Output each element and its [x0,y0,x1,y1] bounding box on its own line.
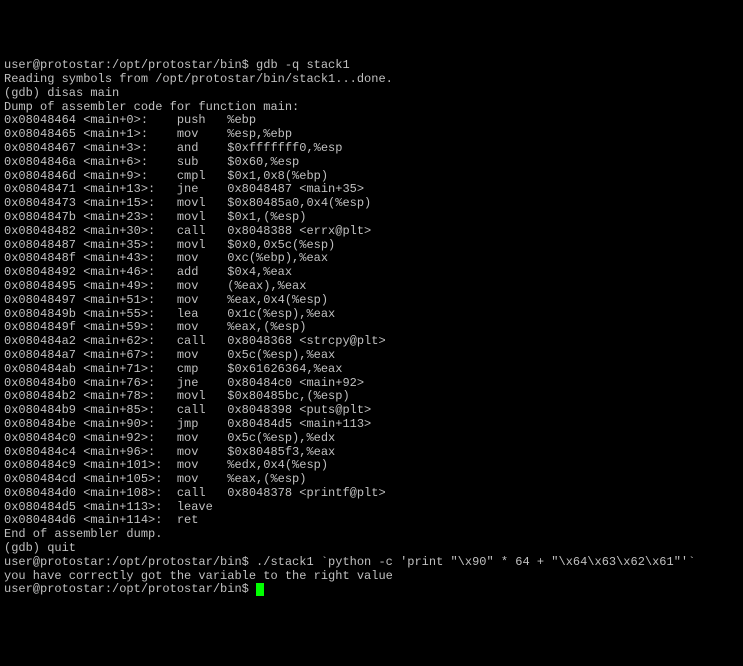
terminal-line: End of assembler dump. [4,528,739,542]
terminal-line: 0x08048482 <main+30>: call 0x8048388 <er… [4,225,739,239]
terminal-line: 0x080484b0 <main+76>: jne 0x80484c0 <mai… [4,377,739,391]
terminal-line: you have correctly got the variable to t… [4,570,739,584]
terminal-line: Dump of assembler code for function main… [4,101,739,115]
terminal-line: (gdb) quit [4,542,739,556]
terminal-line: 0x080484a2 <main+62>: call 0x8048368 <st… [4,335,739,349]
terminal-line: 0x080484d0 <main+108>: call 0x8048378 <p… [4,487,739,501]
terminal-line: 0x080484c9 <main+101>: mov %edx,0x4(%esp… [4,459,739,473]
terminal-line: 0x0804846a <main+6>: sub $0x60,%esp [4,156,739,170]
terminal-line: 0x08048471 <main+13>: jne 0x8048487 <mai… [4,183,739,197]
terminal-line: Reading symbols from /opt/protostar/bin/… [4,73,739,87]
terminal-line: 0x08048464 <main+0>: push %ebp [4,114,739,128]
terminal-line: 0x080484d6 <main+114>: ret [4,514,739,528]
terminal-line: 0x080484be <main+90>: jmp 0x80484d5 <mai… [4,418,739,432]
terminal-line: 0x0804846d <main+9>: cmpl $0x1,0x8(%ebp) [4,170,739,184]
terminal-line: 0x08048465 <main+1>: mov %esp,%ebp [4,128,739,142]
terminal-line: 0x080484ab <main+71>: cmp $0x61626364,%e… [4,363,739,377]
terminal-line: 0x080484d5 <main+113>: leave [4,501,739,515]
terminal-line: user@protostar:/opt/protostar/bin$ gdb -… [4,59,739,73]
terminal-line: 0x0804849f <main+59>: mov %eax,(%esp) [4,321,739,335]
terminal-line: 0x08048473 <main+15>: movl $0x80485a0,0x… [4,197,739,211]
terminal-line: 0x0804847b <main+23>: movl $0x1,(%esp) [4,211,739,225]
terminal-line: 0x08048487 <main+35>: movl $0x0,0x5c(%es… [4,239,739,253]
terminal-line: 0x080484b9 <main+85>: call 0x8048398 <pu… [4,404,739,418]
terminal-line: 0x080484a7 <main+67>: mov 0x5c(%esp),%ea… [4,349,739,363]
terminal-line: 0x08048495 <main+49>: mov (%eax),%eax [4,280,739,294]
terminal-line: 0x080484b2 <main+78>: movl $0x80485bc,(%… [4,390,739,404]
terminal-line: 0x08048467 <main+3>: and $0xfffffff0,%es… [4,142,739,156]
terminal-line: 0x080484c0 <main+92>: mov 0x5c(%esp),%ed… [4,432,739,446]
terminal-line: 0x080484c4 <main+96>: mov $0x80485f3,%ea… [4,446,739,460]
terminal-line: 0x08048492 <main+46>: add $0x4,%eax [4,266,739,280]
terminal-line: 0x0804849b <main+55>: lea 0x1c(%esp),%ea… [4,308,739,322]
terminal-line: (gdb) disas main [4,87,739,101]
terminal-line: 0x0804848f <main+43>: mov 0xc(%ebp),%eax [4,252,739,266]
cursor-icon [256,583,264,596]
terminal-output: user@protostar:/opt/protostar/bin$ gdb -… [4,59,739,597]
terminal-line: 0x080484cd <main+105>: mov %eax,(%esp) [4,473,739,487]
terminal-line: 0x08048497 <main+51>: mov %eax,0x4(%esp) [4,294,739,308]
terminal-prompt-line[interactable]: user@protostar:/opt/protostar/bin$ [4,583,739,597]
